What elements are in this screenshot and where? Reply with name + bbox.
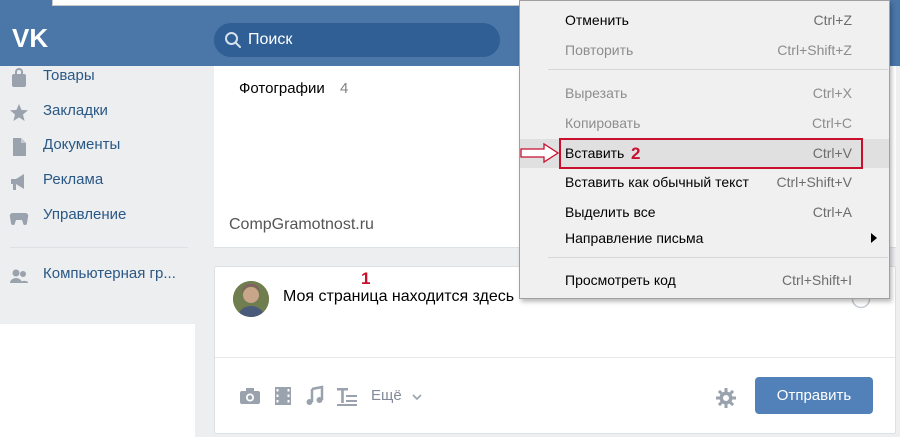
search-input[interactable]: Поиск (214, 23, 500, 57)
sidebar-divider (10, 247, 188, 248)
search-icon (225, 32, 241, 48)
film-icon[interactable] (272, 385, 294, 407)
browser-address-bar[interactable] (52, 0, 522, 6)
photos-title[interactable]: Фотографии (239, 80, 325, 97)
svg-text:VK: VK (12, 25, 48, 53)
menu-item-shortcut: Ctrl+Shift+V (776, 174, 852, 190)
menu-item-shortcut: Ctrl+C (811, 115, 852, 131)
menu-item-cut[interactable]: Вырезать Ctrl+X (520, 80, 889, 106)
photos-count: 4 (340, 80, 349, 97)
camera-icon[interactable] (239, 385, 261, 407)
sidebar-item-label: Закладки (43, 102, 108, 119)
menu-item-shortcut: Ctrl+Shift+I (781, 272, 852, 288)
megaphone-icon (11, 174, 24, 190)
page-background-left (195, 324, 213, 437)
sidebar-item-label: Товары (43, 67, 95, 84)
watermark-text: CompGramotnost.ru (229, 216, 374, 233)
menu-item-writing-direction[interactable]: Направление письма (520, 225, 889, 251)
annotation-marker-1: 1 (361, 269, 371, 288)
menu-item-shortcut: Ctrl+X (812, 85, 852, 101)
send-button[interactable]: Отправить (755, 377, 873, 414)
sidebar-item-label: Реклама (43, 171, 104, 188)
menu-item-label: Копировать (565, 115, 641, 131)
music-icon[interactable] (304, 385, 326, 407)
gear-icon[interactable] (715, 387, 737, 409)
menu-item-label: Повторить (565, 42, 634, 58)
composer-divider (215, 357, 895, 358)
avatar[interactable] (233, 281, 269, 317)
document-icon (13, 138, 26, 156)
sidebar-item-bookmarks[interactable]: Закладки (0, 98, 200, 128)
chevron-down-icon[interactable] (411, 391, 423, 403)
menu-item-label: Отменить (565, 12, 629, 28)
menu-separator (548, 257, 888, 258)
menu-item-label: Направление письма (565, 230, 704, 246)
gamepad-icon (9, 213, 29, 225)
menu-item-label: Вырезать (565, 85, 628, 101)
menu-item-label: Выделить все (565, 204, 656, 220)
annotation-marker-2: 2 (631, 144, 641, 163)
vk-logo[interactable]: VK (12, 23, 50, 53)
menu-item-select-all[interactable]: Выделить все Ctrl+A (520, 199, 889, 225)
sidebar-item-group[interactable]: Компьютерная гр... (0, 261, 200, 291)
star-icon (10, 104, 28, 121)
sidebar-item-label: Управление (43, 206, 127, 223)
menu-item-shortcut: Ctrl+Z (813, 12, 853, 28)
menu-item-undo[interactable]: Отменить Ctrl+Z (520, 7, 889, 33)
sidebar-item-goods[interactable]: Товары (0, 63, 200, 93)
annotation-arrow-icon (520, 142, 560, 164)
menu-item-label: Вставить как обычный текст (565, 174, 749, 190)
annotation-highlight-box (559, 138, 863, 169)
menu-item-label: Просмотреть код (565, 272, 676, 288)
more-attachments-label[interactable]: Ещё (371, 387, 402, 404)
submenu-arrow-icon (871, 233, 877, 243)
group-icon (10, 269, 28, 283)
menu-item-shortcut: Ctrl+Shift+Z (777, 42, 852, 58)
menu-item-copy[interactable]: Копировать Ctrl+C (520, 110, 889, 136)
menu-item-redo[interactable]: Повторить Ctrl+Shift+Z (520, 37, 889, 63)
sidebar-item-label: Компьютерная гр... (43, 265, 176, 282)
context-menu: Отменить Ctrl+Z Повторить Ctrl+Shift+Z В… (519, 0, 890, 299)
menu-item-shortcut: Ctrl+A (812, 204, 852, 220)
text-format-icon[interactable] (336, 385, 358, 407)
sidebar-item-management[interactable]: Управление (0, 202, 200, 232)
post-input[interactable]: Моя страница находится здесь (283, 288, 514, 306)
search-placeholder: Поиск (248, 31, 293, 48)
menu-separator (548, 69, 888, 70)
bag-icon (12, 68, 26, 87)
menu-item-paste-plain[interactable]: Вставить как обычный текст Ctrl+Shift+V (520, 169, 889, 195)
menu-item-inspect[interactable]: Просмотреть код Ctrl+Shift+I (520, 267, 889, 293)
sidebar-item-label: Документы (43, 136, 121, 153)
sidebar-item-ads[interactable]: Реклама (0, 167, 200, 197)
sidebar-item-documents[interactable]: Документы (0, 132, 200, 162)
